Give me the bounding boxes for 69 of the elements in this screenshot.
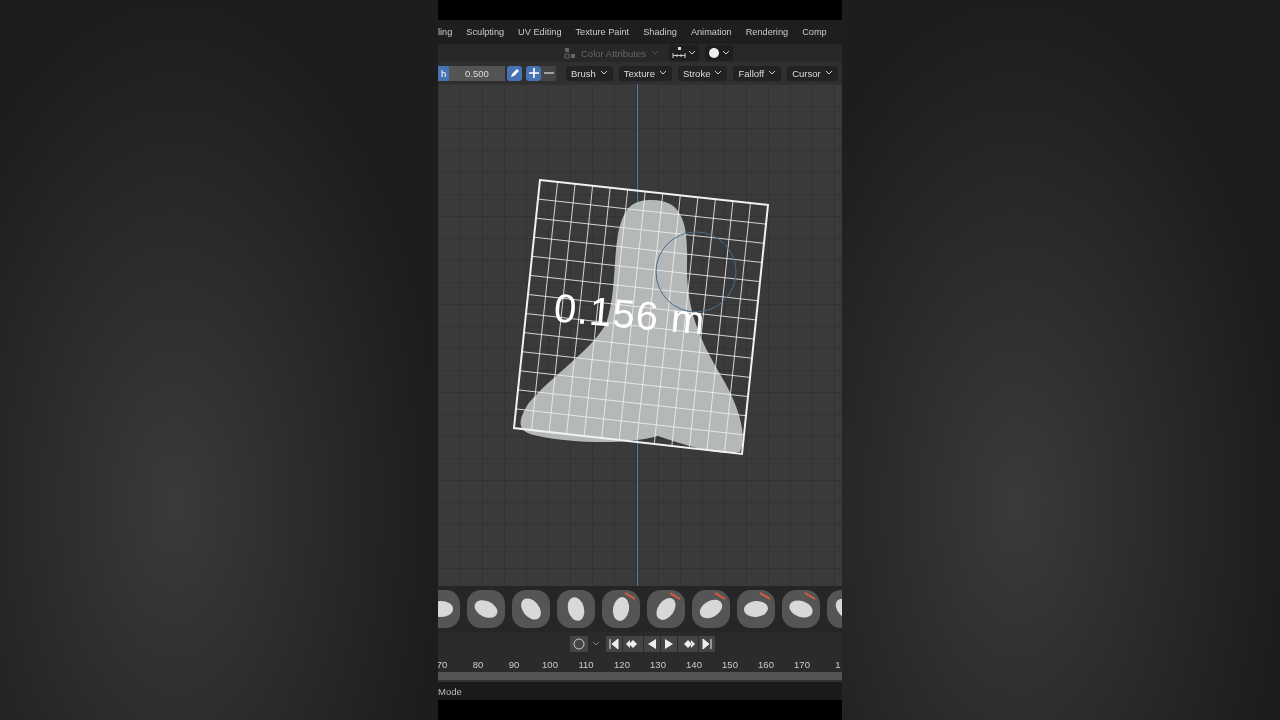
- previous-keyframe-icon: [626, 639, 640, 649]
- jump-start-button[interactable]: [606, 636, 622, 652]
- workspace-tab[interactable]: Animation: [690, 27, 732, 37]
- settings-menu[interactable]: Cursor: [787, 65, 838, 81]
- caret-icon: [768, 70, 777, 76]
- circle-icon: [573, 638, 585, 650]
- frame-number: 170: [793, 658, 811, 670]
- settings-menu[interactable]: Brush: [566, 65, 613, 81]
- play-reverse-icon: [647, 639, 657, 649]
- caret-icon[interactable]: [592, 641, 600, 647]
- brush-thumbnail-icon[interactable]: [736, 589, 776, 629]
- workspace-tab[interactable]: UV Editing: [518, 27, 562, 37]
- record-button[interactable]: [570, 636, 588, 652]
- workspace-tab[interactable]: Comp: [802, 27, 827, 37]
- workspace-tab[interactable]: Shading: [643, 27, 677, 37]
- frame-number: 1: [834, 658, 842, 670]
- brush-thumbnail-icon[interactable]: [781, 589, 821, 629]
- frame-number: 110: [577, 658, 595, 670]
- frame-number: 120: [613, 658, 631, 670]
- pen-pressure-button[interactable]: [507, 65, 522, 81]
- brush-thumbnail-icon[interactable]: [691, 589, 731, 629]
- caret-icon: [721, 50, 730, 56]
- workspace-tab[interactable]: ling: [438, 27, 453, 37]
- frame-number: 150: [721, 658, 739, 670]
- caret-icon: [650, 50, 659, 56]
- subtract-button[interactable]: [541, 65, 556, 81]
- settings-menu[interactable]: Stroke: [678, 65, 728, 81]
- pen-icon: [509, 67, 520, 79]
- symmetry-icon: [671, 47, 686, 59]
- jump-end-icon: [702, 639, 712, 649]
- frame-number: 90: [507, 658, 521, 670]
- settings-menu[interactable]: Texture: [618, 65, 672, 81]
- settings-menu[interactable]: Falloff: [733, 65, 782, 81]
- sphere-icon: [707, 47, 720, 59]
- frame-number: 70: [438, 658, 449, 670]
- play-icon: [664, 639, 674, 649]
- caret-icon: [599, 70, 608, 76]
- workspace-tab[interactable]: Rendering: [745, 27, 789, 37]
- jump-start-icon: [609, 639, 619, 649]
- brush-thumbnail-icon[interactable]: [466, 589, 506, 629]
- measurement-label: 0.156 m: [552, 285, 708, 344]
- frame-number: 80: [471, 658, 485, 670]
- next-keyframe-button[interactable]: [678, 636, 698, 652]
- play-reverse-button[interactable]: [644, 636, 660, 652]
- frame-number: 140: [685, 658, 703, 670]
- frame-number: 160: [757, 658, 775, 670]
- caret-icon: [714, 70, 723, 76]
- strength-field[interactable]: 0.500: [449, 65, 505, 81]
- frame-number: 130: [649, 658, 667, 670]
- shading-dropdown[interactable]: [704, 45, 733, 61]
- caret-icon: [687, 50, 696, 56]
- add-button[interactable]: [526, 65, 541, 81]
- symmetry-dropdown[interactable]: [668, 45, 699, 61]
- status-text: Mode: [438, 685, 462, 697]
- brush-thumbnail-icon[interactable]: [556, 589, 596, 629]
- caret-icon: [824, 70, 833, 76]
- strength-label[interactable]: h: [438, 65, 449, 81]
- workspace-tab[interactable]: Texture Paint: [575, 27, 630, 37]
- brush-thumbnail-icon[interactable]: [646, 589, 686, 629]
- brush-thumbnail-icon[interactable]: [601, 589, 641, 629]
- frame-number: 100: [541, 658, 559, 670]
- grid-dots-icon: [564, 47, 576, 59]
- play-button[interactable]: [661, 636, 677, 652]
- caret-icon: [659, 70, 667, 76]
- workspace-tab[interactable]: Sculpting: [466, 27, 505, 37]
- jump-end-button[interactable]: [699, 636, 715, 652]
- plus-icon: [528, 68, 539, 78]
- brush-thumbnail-icon[interactable]: [511, 589, 551, 629]
- previous-keyframe-button[interactable]: [623, 636, 643, 652]
